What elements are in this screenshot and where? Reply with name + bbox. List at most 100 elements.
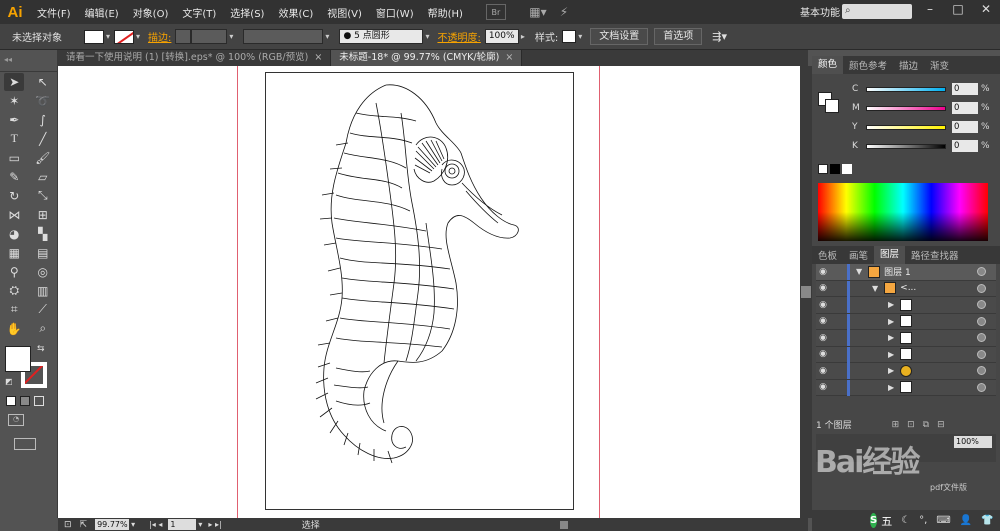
chevron-down-icon[interactable]: ▾ xyxy=(578,32,582,41)
chevron-right-icon[interactable]: ▶ xyxy=(888,383,894,392)
stroke-swatch[interactable] xyxy=(114,29,135,44)
chevron-down-icon[interactable]: ▾ xyxy=(136,32,140,41)
chevron-down-icon[interactable]: ▾ xyxy=(229,32,233,41)
tab-gradient[interactable]: 渐变 xyxy=(924,58,955,72)
blend-tool-icon[interactable]: ◎ xyxy=(33,263,53,281)
artboard[interactable] xyxy=(265,72,574,510)
layer-name[interactable]: 图层 1 xyxy=(884,265,911,278)
chevron-down-icon[interactable]: ▾ xyxy=(325,32,329,41)
arrange-documents-icon[interactable]: ▦▾ xyxy=(528,4,548,20)
free-transform-icon[interactable]: ⊞ xyxy=(33,206,53,224)
gpu-performance-icon[interactable]: ⚡ xyxy=(554,4,574,20)
panel-button[interactable]: pdf文件版 xyxy=(930,482,967,493)
layer-actions-icons[interactable]: ⊞⊡⧉⊟ xyxy=(892,420,953,430)
mesh-tool-icon[interactable]: ▦ xyxy=(4,244,24,262)
document-tab[interactable]: 请看一下使用说明 (1) [转换].eps* @ 100% (RGB/预览) × xyxy=(58,50,332,66)
eyedropper-icon[interactable]: ⚲ xyxy=(4,263,24,281)
layer-row[interactable]: ◉ ▶ xyxy=(816,379,996,396)
eraser-icon[interactable]: ▱ xyxy=(33,168,53,186)
horizontal-scroll-thumb[interactable] xyxy=(559,520,568,529)
pencil-icon[interactable]: ✎ xyxy=(4,168,24,186)
eye-icon[interactable]: ◉ xyxy=(816,283,830,293)
eye-icon[interactable]: ◉ xyxy=(816,349,830,359)
stroke-label[interactable]: 描边: xyxy=(148,29,171,44)
menu-type[interactable]: 文字(T) xyxy=(175,5,223,20)
perspective-grid-icon[interactable]: ▚ xyxy=(33,225,53,243)
eye-icon[interactable]: ◉ xyxy=(816,300,830,310)
fill-swatch[interactable] xyxy=(84,29,104,44)
eye-icon[interactable]: ◉ xyxy=(816,316,830,326)
bridge-icon[interactable]: Br xyxy=(485,4,506,20)
chevron-right-icon[interactable]: ▶ xyxy=(888,317,894,326)
chevron-right-icon[interactable]: ▶ xyxy=(888,366,894,375)
menu-object[interactable]: 对象(O) xyxy=(126,5,176,20)
fill-color-box[interactable] xyxy=(5,346,31,372)
black-slider[interactable] xyxy=(866,143,946,149)
magic-wand-icon[interactable]: ✶ xyxy=(4,92,24,110)
target-icon[interactable] xyxy=(977,366,986,376)
close-icon[interactable]: × xyxy=(505,52,513,63)
maximize-button[interactable]: □ xyxy=(948,2,968,20)
search-input[interactable]: ⌕ xyxy=(842,4,912,19)
swap-colors-icon[interactable]: ⇆ xyxy=(37,344,45,354)
menu-edit[interactable]: 编辑(E) xyxy=(78,5,126,20)
preferences-button[interactable]: 首选项 xyxy=(654,28,703,45)
user-icon[interactable]: 👤 xyxy=(960,515,972,526)
menu-view[interactable]: 视图(V) xyxy=(320,5,369,20)
direct-selection-tool-icon[interactable]: ↖ xyxy=(33,73,53,91)
chevron-down-icon[interactable]: ▾ xyxy=(131,520,135,529)
close-button[interactable]: ✕ xyxy=(976,2,996,20)
target-icon[interactable] xyxy=(977,382,986,392)
document-tab-active[interactable]: 未标题-18* @ 99.77% (CMYK/轮廓) × xyxy=(331,50,523,66)
target-icon[interactable] xyxy=(977,283,986,293)
magenta-slider[interactable] xyxy=(866,105,946,111)
black-swatch[interactable] xyxy=(830,164,840,174)
gradient-mode-icon[interactable] xyxy=(20,396,30,406)
opacity-label[interactable]: 不透明度: xyxy=(437,29,480,44)
tab-color-guide[interactable]: 颜色参考 xyxy=(843,58,893,72)
zoom-level-field[interactable]: 99.77% xyxy=(95,519,130,530)
menu-file[interactable]: 文件(F) xyxy=(30,5,78,20)
artboard-number-field[interactable]: 1 xyxy=(168,519,197,530)
rotate-tool-icon[interactable]: ↻ xyxy=(4,187,24,205)
target-icon[interactable] xyxy=(977,300,986,310)
moon-icon[interactable]: ☾ xyxy=(901,515,910,526)
target-icon[interactable] xyxy=(977,316,986,326)
variable-width-profile[interactable] xyxy=(243,29,324,44)
gradient-tool-icon[interactable]: ▤ xyxy=(33,244,53,262)
menu-effect[interactable]: 效果(C) xyxy=(271,5,320,20)
tab-swatches[interactable]: 色板 xyxy=(812,248,843,262)
seahorse-outline-artwork[interactable] xyxy=(266,73,575,511)
close-icon[interactable]: × xyxy=(314,52,322,63)
punctuation-icon[interactable]: °, xyxy=(919,515,927,526)
lasso-icon[interactable]: ➰ xyxy=(33,92,53,110)
scrollbar-thumb[interactable] xyxy=(801,286,811,298)
menu-window[interactable]: 窗口(W) xyxy=(369,5,421,20)
chevron-right-icon[interactable]: ▶ xyxy=(888,350,894,359)
shirt-icon[interactable]: 👕 xyxy=(981,515,993,526)
eye-icon[interactable]: ◉ xyxy=(816,333,830,343)
layer-row[interactable]: ◉ ▶ xyxy=(816,297,996,314)
tab-pathfinder[interactable]: 路径查找器 xyxy=(905,248,965,262)
tab-color[interactable]: 颜色 xyxy=(812,56,844,74)
yellow-value-input[interactable]: 0 xyxy=(952,121,978,133)
chevron-down-icon[interactable]: ▾ xyxy=(106,32,110,41)
magenta-value-input[interactable]: 0 xyxy=(952,102,978,114)
document-canvas[interactable] xyxy=(58,66,800,518)
cyan-value-input[interactable]: 0 xyxy=(952,83,978,95)
symbol-sprayer-icon[interactable]: ⛭ xyxy=(4,282,24,300)
shape-builder-icon[interactable]: ◕ xyxy=(4,225,24,243)
tab-layers[interactable]: 图层 xyxy=(874,246,906,264)
layer-row[interactable]: ◉ ▶ xyxy=(816,330,996,347)
document-setup-button[interactable]: 文档设置 xyxy=(590,28,649,45)
layer-row[interactable]: ◉ ▶ xyxy=(816,313,996,330)
chevron-right-icon[interactable]: ▶ xyxy=(888,333,894,342)
next-artboard-icon[interactable]: ▸ ▸| xyxy=(208,520,221,529)
chevron-right-icon[interactable]: ▸ xyxy=(521,32,525,41)
chevron-down-icon[interactable]: ▼ xyxy=(872,284,878,293)
default-colors-icon[interactable]: ◩ xyxy=(5,377,13,386)
workspace-switcher[interactable]: 基本功能 xyxy=(800,4,840,19)
paintbrush-icon[interactable]: 🖌 xyxy=(33,149,53,167)
white-swatch[interactable] xyxy=(842,164,852,174)
panel-menu-icon[interactable]: ⇶▾ xyxy=(712,30,727,43)
